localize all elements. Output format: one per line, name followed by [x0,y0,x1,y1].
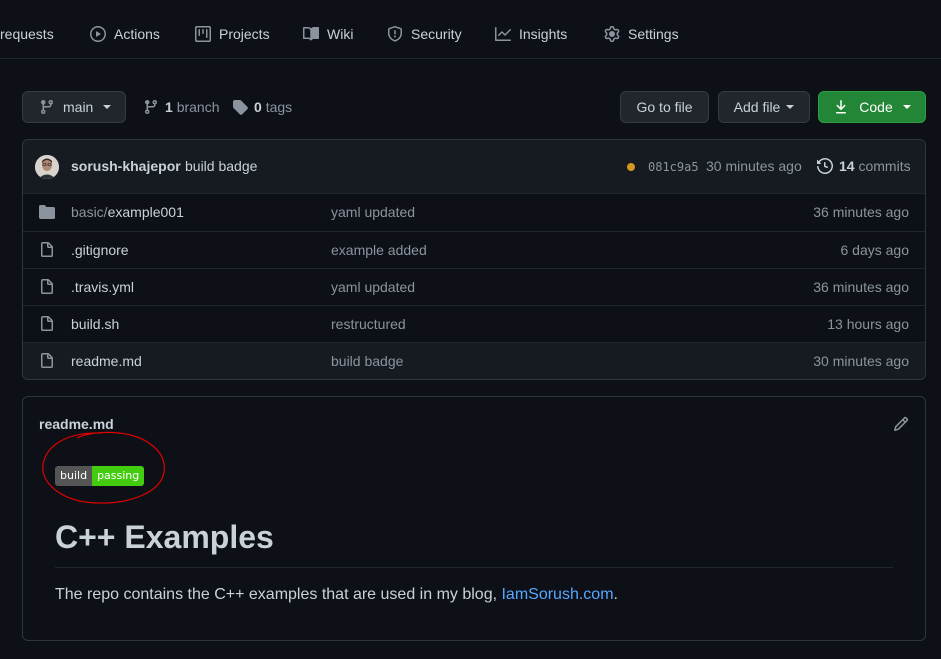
file-row-folder[interactable]: basic/example001 yaml updated 36 minutes… [23,194,925,231]
repo-nav: requests Actions Projects Wiki Security … [0,0,941,59]
commit-count: 14 [839,158,855,174]
go-to-file-label: Go to file [636,99,693,115]
build-status-badge[interactable]: build passing [55,466,145,486]
git-branch-icon [40,100,53,115]
tag-label: tags [265,99,293,115]
file-commit-message[interactable]: example added [331,242,427,258]
file-row[interactable]: .gitignore example added 6 days ago [23,231,925,268]
file-browser: sorush-khajepor build badge 081c9a5 30 m… [22,139,926,380]
avatar-image [35,155,59,179]
tab-insights[interactable]: Insights [495,25,567,43]
file-age: 36 minutes ago [813,279,909,295]
chevron-down-icon [103,105,112,109]
branch-label: branch [176,99,220,115]
file-icon [41,316,53,331]
file-age: 36 minutes ago [813,204,909,220]
avatar[interactable] [35,155,59,179]
file-icon [41,242,53,257]
add-file-label: Add file [733,99,781,115]
branches-link[interactable]: 1 branch [143,98,220,116]
gear-icon [604,26,620,42]
readme-heading: C++ Examples [55,519,274,555]
tab-pull-requests[interactable]: requests [0,25,54,43]
code-label: Code [859,99,893,115]
tab-actions[interactable]: Actions [90,25,160,43]
badge-status: passing [92,466,145,486]
tag-count: 0 [254,99,262,115]
file-name[interactable]: basic/example001 [71,204,184,220]
tab-label: Actions [114,26,160,42]
file-name[interactable]: .travis.yml [71,279,134,295]
file-age: 30 minutes ago [813,353,909,369]
tab-settings[interactable]: Settings [604,25,679,43]
pencil-icon[interactable] [893,416,909,432]
tab-label: Insights [519,26,568,42]
tab-label: requests [0,26,54,42]
file-commit-message[interactable]: yaml updated [331,204,415,220]
book-icon [303,26,319,41]
branch-select-button[interactable]: main [22,91,126,123]
tab-label: Projects [219,26,270,42]
file-icon [41,279,53,294]
commit-author[interactable]: sorush-khajepor [71,158,181,174]
file-dir: basic/ [71,204,108,220]
branch-name: main [63,99,94,115]
chevron-down-icon [902,105,911,109]
chevron-down-icon [786,105,795,109]
tab-label: Wiki [327,26,354,42]
paragraph-end: . [613,586,618,603]
branch-count: 1 [165,99,173,115]
download-icon [836,100,847,114]
file-commit-message[interactable]: yaml updated [331,279,415,295]
readme-paragraph: The repo contains the C++ examples that … [55,586,618,604]
file-row[interactable]: build.sh restructured 13 hours ago [23,305,925,342]
commits-link[interactable]: 14 commits [817,158,911,174]
file-age: 13 hours ago [827,316,909,332]
file-age: 6 days ago [840,242,910,258]
play-icon [90,26,106,42]
go-to-file-button[interactable]: Go to file [620,91,709,123]
file-name[interactable]: readme.md [71,353,142,369]
file-commit-message[interactable]: build badge [331,353,403,369]
file-row[interactable]: .travis.yml yaml updated 36 minutes ago [23,268,925,305]
paragraph-text: The repo contains the C++ examples that … [55,586,502,603]
project-icon [195,26,211,42]
shield-icon [388,26,402,42]
blog-link[interactable]: IamSorush.com [501,586,613,603]
file-commit-message[interactable]: restructured [331,316,406,332]
tab-label: Security [411,26,462,42]
tag-icon [233,100,248,115]
file-name[interactable]: .gitignore [71,242,129,258]
file-name-text: example001 [107,204,184,220]
readme-panel: readme.md build passing C++ Examples The… [22,396,926,641]
commit-message[interactable]: build badge [185,158,257,174]
file-name[interactable]: build.sh [71,316,119,332]
commit-sha[interactable]: 081c9a5 [648,160,699,174]
tab-projects[interactable]: Projects [195,25,270,43]
file-icon [41,353,53,368]
folder-icon [39,205,55,219]
tab-label: Settings [628,26,679,42]
status-dot-icon[interactable] [627,163,635,171]
history-icon [817,158,833,174]
latest-commit-bar: sorush-khajepor build badge 081c9a5 30 m… [23,140,925,194]
add-file-button[interactable]: Add file [718,91,810,123]
commit-time: 30 minutes ago [706,158,802,174]
git-branch-icon [144,100,157,115]
tab-wiki[interactable]: Wiki [303,25,353,43]
code-button[interactable]: Code [818,91,926,123]
file-row[interactable]: readme.md build badge 30 minutes ago [23,342,925,379]
graph-icon [495,27,511,41]
badge-label: build [55,466,93,486]
commit-label: commits [858,158,911,174]
tags-link[interactable]: 0 tags [232,98,292,116]
tab-security[interactable]: Security [387,25,462,43]
heading-divider [55,567,893,568]
